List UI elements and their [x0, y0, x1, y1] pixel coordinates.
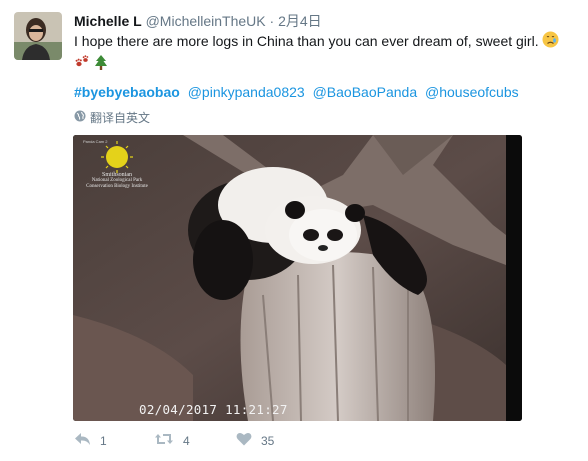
author-handle[interactable]: @MichelleinTheUK: [146, 13, 266, 29]
hashtag-link[interactable]: #byebyebaobao: [74, 84, 180, 100]
tweet-links: #byebyebaobao @pinkypanda0823 @BaoBaoPan…: [74, 84, 523, 100]
tweet-header: Michelle L @MichelleinTheUK · 2月4日: [74, 11, 322, 31]
reply-count: 1: [100, 433, 107, 448]
author-name[interactable]: Michelle L: [74, 13, 142, 29]
mention-link[interactable]: @pinkypanda0823: [188, 84, 305, 100]
tweet-media-image[interactable]: Smithsonian National Zoological Park Con…: [73, 135, 522, 421]
heart-icon: [236, 432, 252, 449]
tweet-text: I hope there are more logs in China than…: [74, 31, 574, 76]
translate-label[interactable]: 翻译自英文: [90, 109, 150, 126]
like-count: 35: [261, 433, 275, 448]
mention-link[interactable]: @houseofcubs: [425, 84, 519, 100]
crying-face-icon: [542, 31, 559, 53]
tweet-date[interactable]: 2月4日: [278, 13, 322, 29]
evergreen-tree-icon: [94, 54, 108, 76]
globe-icon: [74, 110, 86, 125]
retweet-button[interactable]: 4: [154, 432, 190, 449]
logo-text: Smithsonian National Zoological Park Con…: [77, 172, 157, 190]
translate-tweet[interactable]: 翻译自英文: [74, 109, 150, 126]
video-timestamp: 02/04/2017 11:21:27: [139, 402, 288, 417]
retweet-icon: [154, 432, 174, 449]
avatar[interactable]: [14, 12, 62, 60]
retweet-count: 4: [183, 433, 190, 448]
paw-prints-icon: [74, 54, 90, 75]
reply-button[interactable]: 1: [74, 432, 107, 449]
tweet-body: I hope there are more logs in China than…: [74, 33, 539, 49]
camera-label: Panda Cam 2: [83, 139, 108, 144]
logo-line: Conservation Biology Institute: [86, 184, 148, 189]
mention-link[interactable]: @BaoBaoPanda: [313, 84, 418, 100]
separator: ·: [269, 13, 275, 29]
like-button[interactable]: 35: [236, 432, 274, 449]
reply-icon: [74, 432, 91, 449]
